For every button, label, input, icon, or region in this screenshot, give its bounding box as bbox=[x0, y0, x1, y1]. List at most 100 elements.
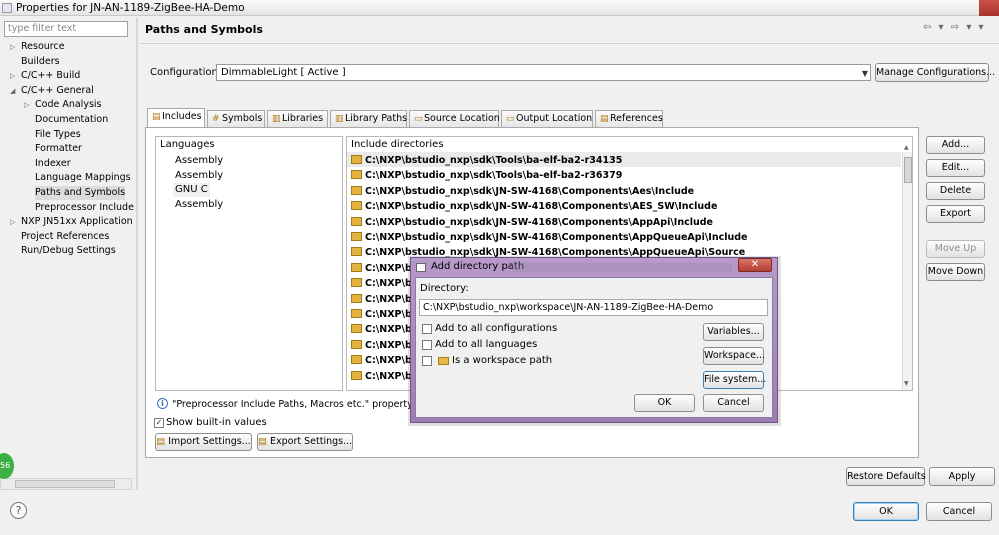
include-row[interactable]: C:\NXP\bstudio_nxp\sdk\JN-SW-4168\Compon… bbox=[351, 200, 717, 214]
export-button[interactable]: Export bbox=[926, 205, 985, 223]
tree-item[interactable]: Paths and Symbols bbox=[35, 186, 126, 200]
folder-icon bbox=[351, 201, 362, 211]
tab-icon: ▭ bbox=[414, 114, 423, 124]
dialog-window-icon bbox=[416, 263, 426, 272]
header-divider bbox=[140, 43, 999, 44]
tab-libraries[interactable]: ▥Libraries bbox=[267, 110, 328, 127]
tree-item[interactable]: C/C++ Build bbox=[21, 69, 80, 83]
tree-item[interactable]: Project References bbox=[21, 230, 109, 244]
variables-button[interactable]: Variables... bbox=[703, 323, 764, 341]
dialog-title-glass bbox=[512, 263, 732, 272]
apply-button[interactable]: Apply bbox=[929, 467, 995, 486]
move-down-button[interactable]: Move Down bbox=[926, 263, 985, 281]
configuration-value: DimmableLight [ Active ] bbox=[221, 67, 346, 78]
tree-expand-icon[interactable]: ◢ bbox=[10, 84, 15, 98]
tab-library-paths[interactable]: ▥Library Paths bbox=[330, 110, 407, 127]
workspace-path-checkbox[interactable] bbox=[422, 356, 432, 366]
panel-splitter[interactable] bbox=[136, 18, 138, 490]
add-all-languages-checkbox[interactable] bbox=[422, 340, 432, 350]
window-title-bar: Properties for JN-AN-1189-ZigBee-HA-Demo bbox=[0, 0, 999, 16]
include-row[interactable]: C:\NXP\bstudio_nxp\sdk\Tools\ba-elf-ba2-… bbox=[351, 154, 622, 168]
tree-item[interactable]: C/C++ General bbox=[21, 84, 94, 98]
tree-item[interactable]: Resource bbox=[21, 40, 65, 54]
add-all-configurations-checkbox[interactable] bbox=[422, 324, 432, 334]
tab-output-location[interactable]: ▭Output Location bbox=[501, 110, 593, 127]
manage-configurations-button[interactable]: Manage Configurations... bbox=[875, 63, 995, 82]
delete-button[interactable]: Delete bbox=[926, 182, 985, 200]
folder-icon bbox=[351, 324, 362, 334]
tree-expand-icon[interactable]: ▷ bbox=[10, 215, 15, 229]
window-close-button[interactable] bbox=[979, 0, 999, 16]
include-vertical-scrollbar[interactable]: ▲ ▼ bbox=[902, 144, 912, 390]
file-system-button[interactable]: File system... bbox=[703, 371, 766, 389]
export-settings-button[interactable]: ▤ Export Settings... bbox=[257, 433, 353, 451]
tree-expand-icon[interactable]: ▷ bbox=[24, 98, 29, 112]
languages-header: Languages bbox=[160, 139, 215, 150]
scrollbar-thumb[interactable] bbox=[904, 157, 912, 183]
navigation-arrows-icon[interactable]: ⇦ ▾ ⇨ ▾ ▾ bbox=[923, 22, 986, 33]
tab-icon: ▤ bbox=[600, 114, 609, 124]
tree-expand-icon[interactable]: ▷ bbox=[10, 40, 15, 54]
folder-icon bbox=[351, 232, 362, 241]
ok-button[interactable]: OK bbox=[853, 502, 919, 521]
tree-item[interactable]: Language Mappings bbox=[35, 171, 131, 185]
tab-label: References bbox=[610, 113, 663, 124]
include-row[interactable]: C:\NXP\bstudio_nxp\sdk\JN-SW-4168\Compon… bbox=[351, 185, 694, 199]
add-button[interactable]: Add... bbox=[926, 136, 985, 154]
help-button[interactable]: ? bbox=[10, 502, 27, 519]
scroll-up-icon[interactable]: ▲ bbox=[904, 144, 909, 151]
notification-badge: 56 bbox=[0, 453, 14, 479]
tab-includes[interactable]: ▤Includes bbox=[147, 108, 205, 128]
add-all-languages-label: Add to all languages bbox=[435, 339, 538, 350]
tree-item[interactable]: File Types bbox=[35, 128, 81, 142]
folder-icon bbox=[351, 370, 362, 380]
language-item[interactable]: GNU C bbox=[173, 183, 210, 198]
restore-defaults-button[interactable]: Restore Defaults bbox=[846, 467, 926, 486]
tree-item[interactable]: Formatter bbox=[35, 142, 82, 156]
configuration-select[interactable]: DimmableLight [ Active ] ▼ bbox=[216, 64, 871, 81]
import-settings-button[interactable]: ▤ Import Settings... bbox=[155, 433, 252, 451]
export-icon: ▤ bbox=[258, 436, 267, 447]
language-item[interactable]: Assembly bbox=[173, 169, 225, 183]
dialog-ok-button[interactable]: OK bbox=[634, 394, 695, 412]
tree-item[interactable]: Run/Debug Settings bbox=[21, 244, 116, 258]
tree-item[interactable]: Builders bbox=[21, 55, 60, 69]
include-path: C:\NXP\bstudio_nxp\sdk\JN-SW-4168\Compon… bbox=[365, 216, 714, 228]
include-path: C:\NXP\bstudio_nxp\sdk\JN-SW-4168\Compon… bbox=[365, 201, 718, 213]
tab-source-location[interactable]: ▭Source Location bbox=[409, 110, 500, 127]
include-row[interactable]: C:\NXP\bstudio_nxp\sdk\JN-SW-4168\Compon… bbox=[351, 231, 748, 245]
tree-item[interactable]: Code Analysis bbox=[35, 98, 101, 112]
workspace-button[interactable]: Workspace... bbox=[703, 347, 765, 365]
include-row[interactable]: C:\NXP\bstudio_nxp\sdk\JN-SW-4168\Compon… bbox=[351, 216, 713, 230]
info-icon: i bbox=[157, 398, 168, 409]
language-item[interactable]: Assembly bbox=[173, 198, 225, 212]
info-link-text[interactable]: "Preprocessor Include Paths, Macros etc.… bbox=[172, 399, 434, 410]
cancel-button[interactable]: Cancel bbox=[926, 502, 992, 521]
page-title: Paths and Symbols bbox=[145, 23, 263, 36]
tree-item[interactable]: Preprocessor Include bbox=[35, 201, 134, 215]
language-item[interactable]: Assembly bbox=[173, 154, 225, 168]
filter-input[interactable]: type filter text bbox=[4, 21, 128, 37]
window-title: Properties for JN-AN-1189-ZigBee-HA-Demo bbox=[16, 2, 245, 14]
scroll-down-icon[interactable]: ▼ bbox=[904, 380, 909, 387]
directory-input[interactable]: C:\NXP\bstudio_nxp\workspace\JN-AN-1189-… bbox=[419, 299, 768, 316]
tree-item[interactable]: Documentation bbox=[35, 113, 108, 127]
folder-icon bbox=[351, 339, 362, 349]
dialog-cancel-button[interactable]: Cancel bbox=[703, 394, 764, 412]
tab-icon: ▤ bbox=[152, 112, 161, 122]
include-row[interactable]: C:\NXP\bstudio_nxp\sdk\Tools\ba-elf-ba2-… bbox=[351, 169, 622, 183]
left-horizontal-scrollbar[interactable] bbox=[0, 478, 132, 490]
dialog-close-icon[interactable]: ✕ bbox=[738, 258, 772, 272]
tree-item[interactable]: Indexer bbox=[35, 157, 71, 171]
tab-label: Library Paths bbox=[345, 113, 408, 124]
tree-item[interactable]: NXP JN51xx Application bbox=[21, 215, 133, 229]
tree-expand-icon[interactable]: ▷ bbox=[10, 69, 15, 83]
tab-symbols[interactable]: # Symbols bbox=[207, 110, 265, 127]
scrollbar-thumb[interactable] bbox=[15, 480, 115, 488]
show-builtin-checkbox[interactable]: ✓ bbox=[154, 418, 164, 428]
move-up-button[interactable]: Move Up bbox=[926, 240, 985, 258]
tab-references[interactable]: ▤References bbox=[595, 110, 663, 127]
edit-button[interactable]: Edit... bbox=[926, 159, 985, 177]
folder-icon bbox=[351, 170, 362, 180]
include-path: C:\NXP\bstudio_nxp\sdk\JN-SW-4168\Compon… bbox=[365, 232, 748, 243]
